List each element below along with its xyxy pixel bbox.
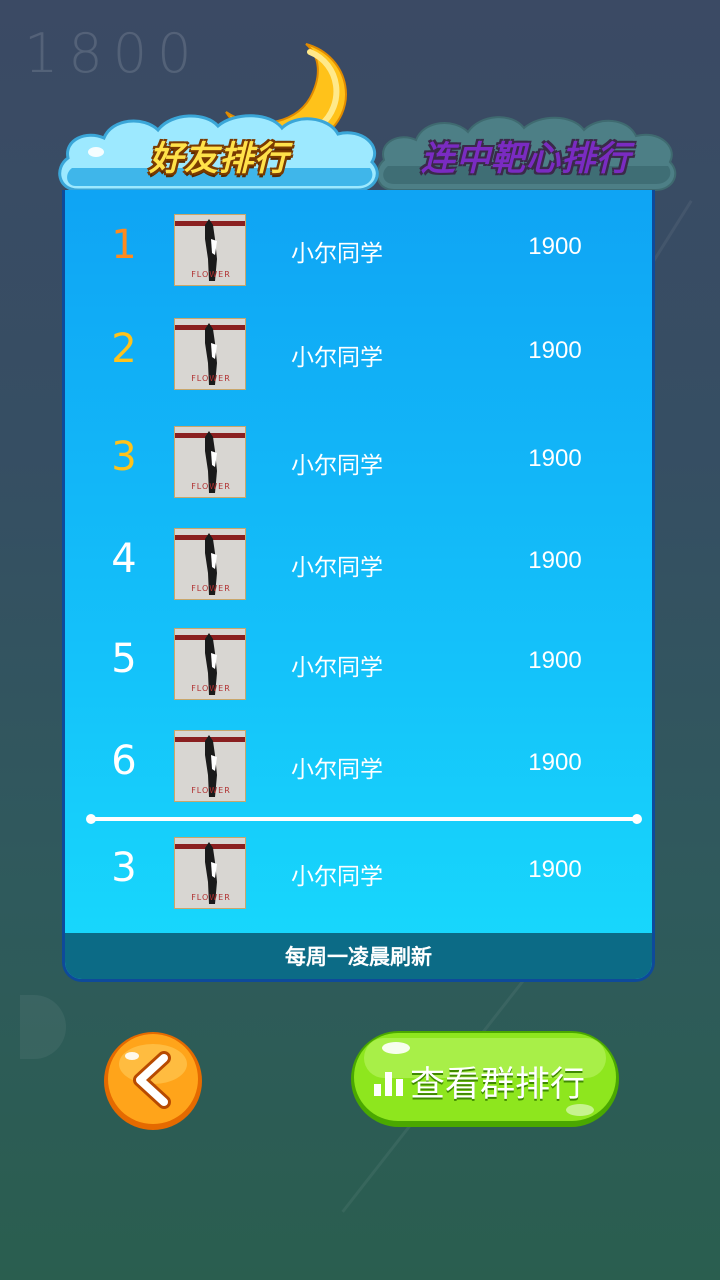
avatar-caption: FLOWER bbox=[191, 270, 231, 279]
background-shape bbox=[20, 995, 66, 1059]
refresh-note: 每周一凌晨刷新 bbox=[65, 933, 652, 979]
player-name: 小尔同学 bbox=[291, 345, 383, 371]
player-score: 1900 bbox=[528, 233, 582, 260]
bar-chart-icon bbox=[374, 1072, 403, 1096]
rank-number: 6 bbox=[111, 738, 137, 784]
rank-number: 3 bbox=[111, 845, 137, 891]
player-score: 1900 bbox=[528, 547, 582, 574]
avatar: FLOWER bbox=[174, 837, 246, 909]
player-score: 1900 bbox=[528, 856, 582, 883]
player-score: 1900 bbox=[528, 445, 582, 472]
avatar: FLOWER bbox=[174, 214, 246, 286]
avatar: FLOWER bbox=[174, 318, 246, 390]
rank-number: 4 bbox=[111, 536, 137, 582]
tab-streak-label: 连中靶心排行 bbox=[421, 138, 631, 179]
leaderboard-row[interactable]: 3 FLOWER 小尔同学 1900 bbox=[65, 426, 652, 500]
player-score: 1900 bbox=[528, 647, 582, 674]
leaderboard-row[interactable]: 4 FLOWER 小尔同学 1900 bbox=[65, 528, 652, 602]
avatar-caption: FLOWER bbox=[191, 584, 231, 593]
tab-streak-ranking[interactable]: 连中靶心排行 bbox=[372, 112, 680, 192]
chevron-left-icon bbox=[104, 1032, 202, 1130]
leaderboard-row[interactable]: 1 FLOWER 小尔同学 1900 bbox=[65, 214, 652, 288]
background-score: 1800 bbox=[24, 22, 202, 85]
player-name: 小尔同学 bbox=[291, 655, 383, 681]
avatar-caption: FLOWER bbox=[191, 482, 231, 491]
rank-number: 2 bbox=[111, 326, 137, 372]
back-button[interactable] bbox=[102, 1030, 204, 1132]
avatar: FLOWER bbox=[174, 730, 246, 802]
rank-number: 3 bbox=[111, 434, 137, 480]
self-rank-row[interactable]: 3 FLOWER 小尔同学 1900 bbox=[65, 837, 652, 911]
view-group-ranking-button[interactable]: 查看群排行 bbox=[350, 1030, 620, 1128]
player-score: 1900 bbox=[528, 749, 582, 776]
tab-friends-ranking[interactable]: 好友排行 bbox=[56, 112, 382, 192]
player-name: 小尔同学 bbox=[291, 757, 383, 783]
player-name: 小尔同学 bbox=[291, 241, 383, 267]
avatar-caption: FLOWER bbox=[191, 893, 231, 902]
tab-friends-label: 好友排行 bbox=[149, 138, 289, 179]
leaderboard-row[interactable]: 6 FLOWER 小尔同学 1900 bbox=[65, 730, 652, 804]
avatar-caption: FLOWER bbox=[191, 374, 231, 383]
player-name: 小尔同学 bbox=[291, 453, 383, 479]
rank-number: 5 bbox=[111, 636, 137, 682]
rank-number: 1 bbox=[111, 222, 137, 268]
avatar-caption: FLOWER bbox=[191, 786, 231, 795]
player-score: 1900 bbox=[528, 337, 582, 364]
view-group-ranking-label: 查看群排行 bbox=[410, 1065, 586, 1105]
avatar: FLOWER bbox=[174, 426, 246, 498]
leaderboard-row[interactable]: 2 FLOWER 小尔同学 1900 bbox=[65, 318, 652, 392]
player-name: 小尔同学 bbox=[291, 555, 383, 581]
avatar: FLOWER bbox=[174, 528, 246, 600]
player-name: 小尔同学 bbox=[291, 864, 383, 890]
avatar: FLOWER bbox=[174, 628, 246, 700]
avatar-caption: FLOWER bbox=[191, 684, 231, 693]
leaderboard-panel: 1 FLOWER 小尔同学 1900 2 FLOWER 小尔同学 1900 3 … bbox=[62, 190, 655, 982]
leaderboard-row[interactable]: 5 FLOWER 小尔同学 1900 bbox=[65, 628, 652, 702]
self-rank-divider bbox=[86, 814, 642, 824]
